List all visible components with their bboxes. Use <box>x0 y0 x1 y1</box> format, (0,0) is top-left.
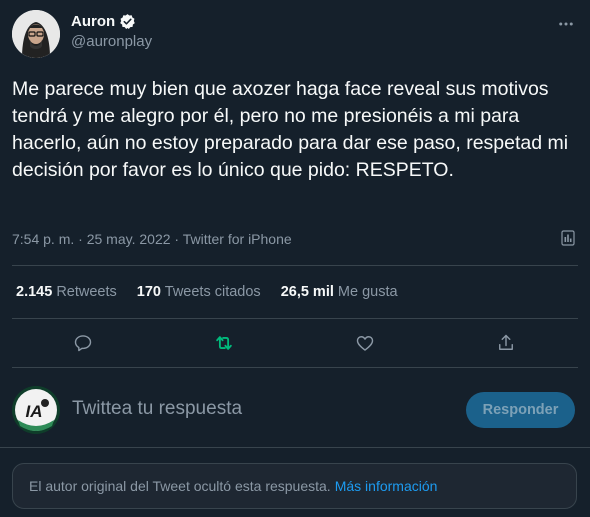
analytics-icon[interactable] <box>560 230 576 246</box>
likes-stat[interactable]: 26,5 mil Me gusta <box>281 284 398 300</box>
divider <box>12 367 578 368</box>
tweet-stats: 2.145 Retweets 170 Tweets citados 26,5 m… <box>16 284 418 300</box>
retweets-stat[interactable]: 2.145 Retweets <box>16 284 117 300</box>
divider <box>12 265 578 266</box>
divider <box>0 447 590 448</box>
quotes-count: 170 <box>136 284 161 300</box>
like-icon[interactable] <box>347 325 383 361</box>
retweets-label: Retweets <box>56 284 117 300</box>
reply-composer: IA Twittea tu respuesta Responder <box>12 382 578 438</box>
tweet-date[interactable]: 25 may. 2022 <box>87 231 171 247</box>
reply-icon[interactable] <box>65 325 101 361</box>
retweet-icon[interactable] <box>206 325 242 361</box>
more-info-link[interactable]: Más información <box>335 478 438 494</box>
share-icon[interactable] <box>488 325 524 361</box>
tweet-actions <box>0 325 590 361</box>
tweet-text: Me parece muy bien que axozer haga face … <box>12 78 569 181</box>
tweet-header: Auron @auronplay <box>12 10 578 58</box>
hidden-reply-text: El autor original del Tweet ocultó esta … <box>29 478 331 494</box>
author-display-name[interactable]: Auron <box>71 13 115 30</box>
likes-label: Me gusta <box>337 284 398 300</box>
meta-separator: · <box>174 231 180 247</box>
tweet-time[interactable]: 7:54 p. m. <box>12 231 74 247</box>
author-handle[interactable]: @auronplay <box>71 33 152 50</box>
divider <box>12 318 578 319</box>
tweet-source[interactable]: Twitter for iPhone <box>183 231 292 247</box>
verified-badge-icon <box>119 13 136 30</box>
tweet-meta: 7:54 p. m. · 25 may. 2022 · Twitter for … <box>12 231 292 247</box>
current-user-avatar[interactable]: IA <box>12 386 60 434</box>
reply-submit-button[interactable]: Responder <box>466 392 575 428</box>
more-options-icon[interactable] <box>554 12 578 36</box>
hidden-reply-notice: El autor original del Tweet ocultó esta … <box>12 463 577 509</box>
quotes-label: Tweets citados <box>164 284 261 300</box>
quotes-stat[interactable]: 170 Tweets citados <box>137 284 261 300</box>
avatar-initials: IA <box>26 402 43 421</box>
meta-separator: · <box>78 231 83 247</box>
name-row: Auron <box>71 13 136 30</box>
likes-count: 26,5 mil <box>280 284 334 300</box>
retweets-count: 2.145 <box>16 284 53 300</box>
author-avatar[interactable] <box>12 10 60 58</box>
reply-input[interactable]: Twittea tu respuesta <box>72 398 242 420</box>
